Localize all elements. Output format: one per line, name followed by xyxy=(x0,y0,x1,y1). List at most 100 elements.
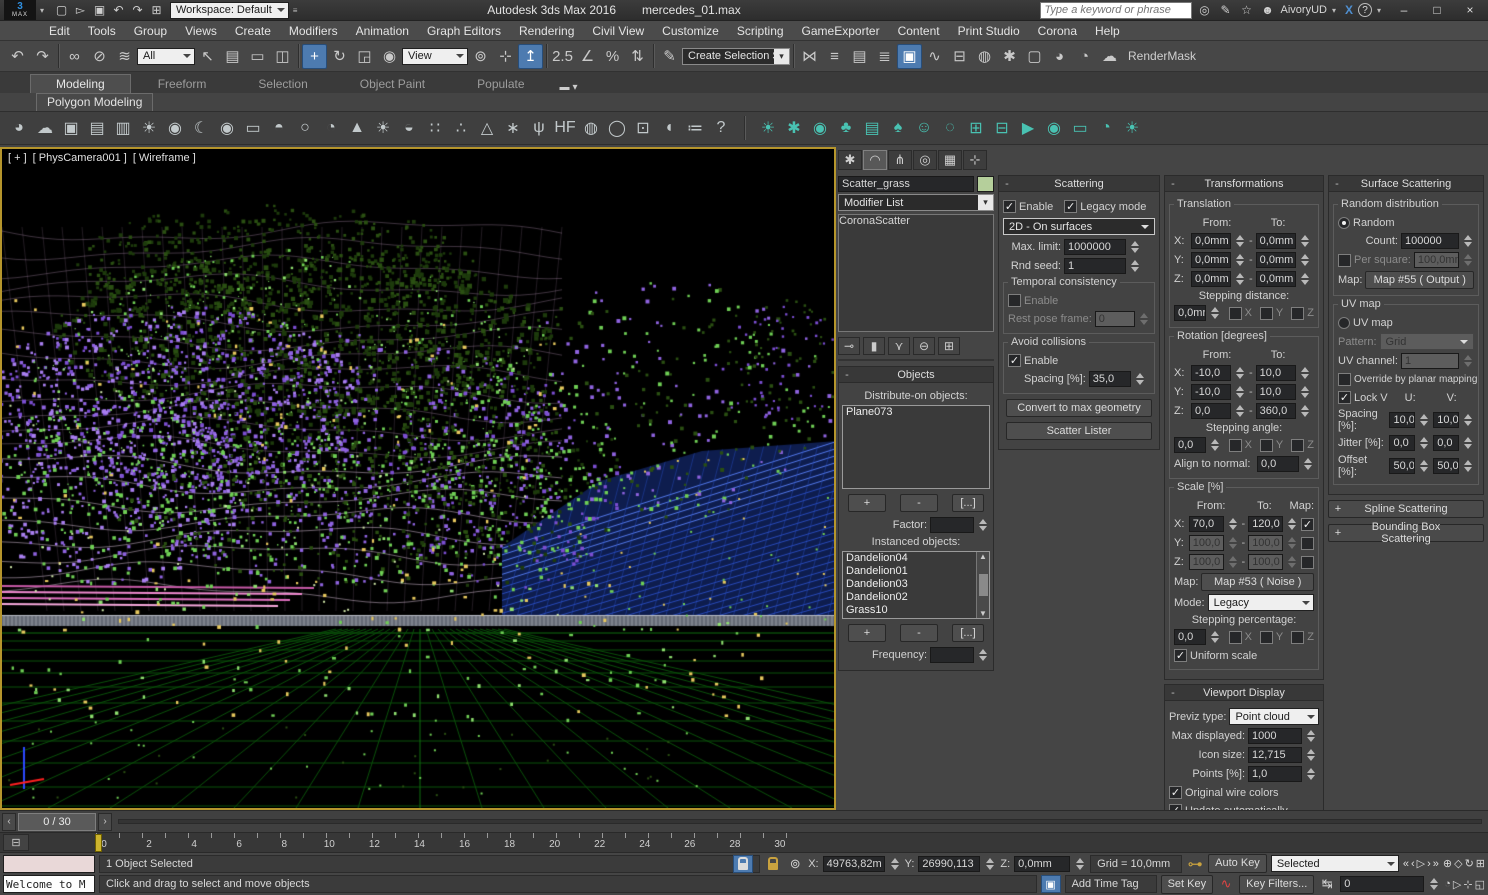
render-mask-label[interactable]: RenderMask xyxy=(1128,49,1196,63)
ribbon-minimize-icon[interactable]: ▬ xyxy=(560,82,570,93)
snaps-toggle-icon[interactable]: 2.5 xyxy=(550,44,575,69)
render-setup-icon[interactable]: ✱ xyxy=(997,44,1022,69)
axis-y-checkbox[interactable] xyxy=(1260,631,1273,644)
undo-icon[interactable]: ↶ xyxy=(109,3,128,17)
a360-render-icon[interactable]: ☁ xyxy=(1097,44,1122,69)
stepping-field[interactable]: 0,0mr xyxy=(1174,305,1206,321)
select-by-name-icon[interactable]: ▤ xyxy=(220,44,245,69)
value-field[interactable]: 12,715 xyxy=(1248,747,1302,763)
menu-item[interactable]: Corona xyxy=(1029,24,1086,38)
a360-icon[interactable]: X xyxy=(1345,3,1353,17)
modifier-list-combo[interactable]: Modifier List▾ xyxy=(838,194,994,211)
spinner[interactable] xyxy=(1234,403,1246,419)
distribute-list[interactable]: Plane073 xyxy=(842,405,990,489)
play-icon[interactable]: ▷ xyxy=(1417,857,1425,870)
rollout-bounding-box-scattering[interactable]: +Bounding Box Scattering xyxy=(1328,524,1484,542)
tab-populate[interactable]: Populate xyxy=(452,75,549,93)
menu-item[interactable]: GameExporter xyxy=(793,24,889,38)
spinner[interactable] xyxy=(1234,384,1246,400)
value-field[interactable]: 100,0 xyxy=(1248,554,1283,570)
select-and-move-icon[interactable]: + xyxy=(302,44,327,69)
teal-camera-icon[interactable]: ◉ xyxy=(807,115,833,141)
tab-hierarchy-icon[interactable]: ⋔ xyxy=(888,150,912,170)
viewport-camera-label[interactable]: [ PhysCamera001 ] xyxy=(33,152,127,164)
align-icon[interactable]: ≡ xyxy=(822,44,847,69)
next-frame-icon[interactable]: › xyxy=(1427,858,1431,870)
orbit-icon[interactable]: ↻ xyxy=(1465,857,1474,870)
uv-map-radio[interactable] xyxy=(1338,317,1350,329)
value-field[interactable]: 100,0 xyxy=(1189,554,1224,570)
value-field[interactable]: 100,0 xyxy=(1248,535,1283,551)
sun-light-icon[interactable]: ✱ xyxy=(781,115,807,141)
teapot-object-icon[interactable]: ◔ xyxy=(318,115,344,141)
value-field[interactable]: -10,0 xyxy=(1191,365,1231,381)
ref-coord-combo[interactable]: View xyxy=(402,48,468,65)
rollout-header[interactable]: -Objects xyxy=(839,367,993,383)
select-and-place-icon[interactable]: ◉ xyxy=(377,44,402,69)
user-icon[interactable]: ☻ xyxy=(1260,3,1276,17)
list-item[interactable]: Grass10 xyxy=(843,604,976,617)
menu-item[interactable]: Modifiers xyxy=(280,24,347,38)
value-field[interactable]: 10,0 xyxy=(1256,384,1296,400)
menu-item[interactable]: Civil View xyxy=(583,24,653,38)
map-checkbox[interactable] xyxy=(1301,556,1314,569)
spinner[interactable] xyxy=(1462,412,1474,428)
spinner[interactable] xyxy=(1129,258,1141,274)
surface-map-button[interactable]: Map #55 ( Output ) xyxy=(1365,271,1474,289)
spinner[interactable] xyxy=(1418,458,1430,474)
axis-z-checkbox[interactable] xyxy=(1291,439,1304,452)
close-button[interactable]: × xyxy=(1456,3,1484,17)
spinner[interactable] xyxy=(1234,233,1246,249)
uv-channel-field[interactable]: 1 xyxy=(1401,353,1459,369)
set-key-button[interactable]: Set Key xyxy=(1161,875,1214,894)
menu-item[interactable]: Tools xyxy=(79,24,125,38)
pattern-combo[interactable]: Grid xyxy=(1380,333,1474,350)
convert-material-icon[interactable]: ⊡ xyxy=(630,115,656,141)
tab-create-icon[interactable]: ✱ xyxy=(838,150,862,170)
value-field[interactable]: 0,0mm xyxy=(1191,233,1231,249)
pan-icon[interactable]: ⊹ xyxy=(1463,878,1472,891)
override-planar-checkbox[interactable] xyxy=(1338,373,1351,386)
search-binoculars-icon[interactable]: ◎ xyxy=(1197,3,1213,17)
value-field[interactable]: 0,0 xyxy=(1191,403,1231,419)
open-mini-curve-editor-icon[interactable]: ⊟ xyxy=(3,834,29,851)
scroll-down-icon[interactable]: ▼ xyxy=(979,609,987,618)
plane-object-icon[interactable]: ▭ xyxy=(240,115,266,141)
map-checkbox[interactable] xyxy=(1301,537,1314,550)
align-to-normal-field[interactable]: 0,0 xyxy=(1257,456,1299,472)
maximize-button[interactable]: □ xyxy=(1423,3,1451,17)
menu-item[interactable]: Rendering xyxy=(510,24,583,38)
stepping-field[interactable]: 0,0 xyxy=(1174,629,1206,645)
rollout-header[interactable]: -Surface Scattering xyxy=(1329,176,1483,192)
new-key-settings-icon[interactable]: ∿ xyxy=(1217,875,1235,893)
sphere-light-icon[interactable]: ○ xyxy=(292,115,318,141)
clipboard-icon[interactable]: ≔ xyxy=(682,115,708,141)
value-field[interactable]: 10,0 xyxy=(1433,412,1459,428)
spinner-snap-icon[interactable]: ⇅ xyxy=(625,44,650,69)
teapot-outline-icon[interactable]: ◔ xyxy=(1093,115,1119,141)
fov-icon[interactable]: ◇ xyxy=(1454,857,1462,870)
spinner[interactable] xyxy=(977,517,989,533)
minimize-button[interactable]: – xyxy=(1390,3,1418,17)
ribbon-toggle-icon[interactable]: ▣ xyxy=(897,44,922,69)
grass-icon[interactable]: ψ xyxy=(526,115,552,141)
tab-modeling[interactable]: Modeling xyxy=(30,74,131,93)
spacing-field[interactable]: 35,0 xyxy=(1089,371,1131,387)
rollout-header[interactable]: -Transformations xyxy=(1165,176,1323,192)
dome-object-icon[interactable]: ◓ xyxy=(266,115,292,141)
per-square-field[interactable]: 100,0mm xyxy=(1414,252,1459,268)
value-field[interactable]: 0,0mm xyxy=(1191,271,1231,287)
tab-display-icon[interactable]: ▦ xyxy=(938,150,962,170)
instanced-list[interactable]: Dandelion04Dandelion01Dandelion03Dandeli… xyxy=(842,551,990,619)
select-and-scale-icon[interactable]: ◲ xyxy=(352,44,377,69)
stepping-field[interactable]: 0,0 xyxy=(1174,437,1206,453)
value-field[interactable]: 10,0 xyxy=(1389,412,1415,428)
value-field[interactable]: 50,0 xyxy=(1433,458,1459,474)
selection-filter-combo[interactable]: All xyxy=(137,48,195,65)
prev-frame-arrow[interactable]: ‹ xyxy=(2,813,16,831)
unlink-selection-icon[interactable]: ⊘ xyxy=(87,44,112,69)
maxscript-listener-field[interactable]: Welcome to M xyxy=(3,875,95,893)
avoid-enable-checkbox[interactable]: ✓ xyxy=(1008,354,1021,367)
time-slider-handle[interactable]: 0 / 30 xyxy=(18,813,96,831)
menu-item[interactable]: Graph Editors xyxy=(418,24,510,38)
